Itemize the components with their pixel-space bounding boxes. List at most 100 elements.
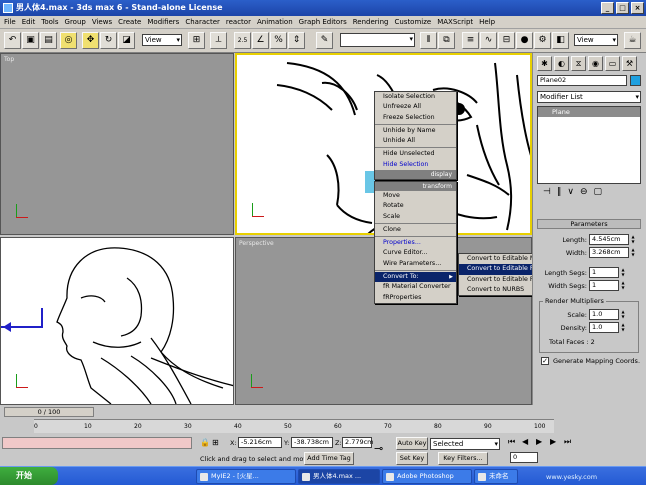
spinner-arrows-icon[interactable]: ▲ ▼ xyxy=(630,234,636,244)
selected-dropdown[interactable]: Selected xyxy=(430,438,500,450)
generate-mapping-checkbox[interactable]: ✓ xyxy=(541,357,549,365)
spinner-arrows-icon[interactable]: ▲ ▼ xyxy=(620,322,626,332)
menu-item-modifiers[interactable]: Modifiers xyxy=(147,16,179,28)
percent-snap-icon[interactable]: % xyxy=(270,32,287,49)
make-unique-icon[interactable]: ∨ xyxy=(567,187,574,203)
menu-item-tools[interactable]: Tools xyxy=(41,16,58,28)
close-button[interactable]: × xyxy=(631,2,644,14)
utilities-tab-icon[interactable]: ⚒ xyxy=(622,56,637,71)
show-end-result-icon[interactable]: ‖ xyxy=(557,187,562,203)
set-key-button[interactable]: Set Key xyxy=(396,452,428,465)
menu-item-graph-editors[interactable]: Graph Editors xyxy=(299,16,347,28)
quad-item-unhide-by-name[interactable]: Unhide by Name xyxy=(375,126,456,136)
layer-manager-icon[interactable]: ≡ xyxy=(462,32,479,49)
menu-item-customize[interactable]: Customize xyxy=(394,16,431,28)
viewport-top[interactable]: Top xyxy=(0,53,234,235)
modifier-list-dropdown[interactable]: Modifier List xyxy=(537,91,641,103)
menu-item-file[interactable]: File xyxy=(4,16,16,28)
pin-stack-icon[interactable]: ⊣ xyxy=(543,187,551,203)
quick-render-icon[interactable]: ◧ xyxy=(552,32,569,49)
time-slider[interactable]: 0 / 100 xyxy=(4,407,94,417)
menu-item-group[interactable]: Group xyxy=(65,16,86,28)
menu-item-animation[interactable]: Animation xyxy=(257,16,293,28)
y-coord-field[interactable]: -38.738cm xyxy=(291,437,333,448)
render-type-dropdown[interactable]: View xyxy=(574,34,618,46)
quad-item-move[interactable]: Move xyxy=(375,191,456,201)
auto-key-button[interactable]: Auto Key xyxy=(396,437,428,450)
start-button[interactable]: 开始 xyxy=(0,467,58,485)
quad-item-scale[interactable]: Scale xyxy=(375,212,456,222)
menu-item-help[interactable]: Help xyxy=(479,16,495,28)
quad-item-isolate-selection[interactable]: Isolate Selection xyxy=(375,92,456,102)
remove-modifier-icon[interactable]: ⊖ xyxy=(580,187,588,203)
quad-item-wire-parameters[interactable]: Wire Parameters... xyxy=(375,259,456,269)
quad-item-freeze-selection[interactable]: Freeze Selection xyxy=(375,113,456,123)
menu-item-edit[interactable]: Edit xyxy=(22,16,36,28)
create-tab-icon[interactable]: ✱ xyxy=(537,56,552,71)
mirror-tool-icon[interactable]: ⫴ xyxy=(420,32,437,49)
menu-item-rendering[interactable]: Rendering xyxy=(353,16,389,28)
render-last-icon[interactable]: ☕ xyxy=(624,32,641,49)
reference-coord-dropdown[interactable]: View xyxy=(142,34,182,46)
window-crossing-icon[interactable]: ◎ xyxy=(60,32,77,49)
play-icon[interactable]: ▶ xyxy=(536,437,542,446)
current-frame-field[interactable]: 0 xyxy=(510,452,538,463)
length-spinner[interactable]: 4.545cm xyxy=(589,234,629,245)
pivot-center-icon[interactable]: ⊞ xyxy=(188,32,205,49)
select-object-icon[interactable]: ▣ xyxy=(22,32,39,49)
menu-item-views[interactable]: Views xyxy=(92,16,112,28)
named-selection-dropdown[interactable] xyxy=(340,33,415,47)
configure-sets-icon[interactable]: ▢ xyxy=(593,187,602,203)
spinner-arrows-icon[interactable]: ▲ ▼ xyxy=(620,280,626,290)
maximize-button[interactable]: □ xyxy=(616,2,629,14)
motion-tab-icon[interactable]: ◉ xyxy=(588,56,603,71)
quad-item-convert-to[interactable]: Convert To: ▶ xyxy=(375,272,456,283)
angle-snap-icon[interactable]: 2.5 xyxy=(234,32,251,49)
taskbar-item-myie2[interactable]: MyIE2 - [火星... xyxy=(196,469,296,484)
spinner-arrows-icon[interactable]: ▲ ▼ xyxy=(620,267,626,277)
taskbar-item-untitled[interactable]: 未命名 xyxy=(474,469,518,484)
goto-start-icon[interactable]: ⏮ xyxy=(508,437,515,447)
width-segs-spinner[interactable]: 1 xyxy=(589,280,619,291)
menu-item-character[interactable]: Character xyxy=(185,16,220,28)
hierarchy-tab-icon[interactable]: ⧖ xyxy=(571,56,586,71)
menu-item-reactor[interactable]: reactor xyxy=(226,16,251,28)
curve-editor-icon[interactable]: ∿ xyxy=(480,32,497,49)
prev-frame-icon[interactable]: ◀ xyxy=(522,437,528,446)
z-coord-field[interactable]: 2.779cm xyxy=(342,437,374,448)
quad-item-curve-editor[interactable]: Curve Editor... xyxy=(375,248,456,258)
width-spinner[interactable]: 3.268cm xyxy=(589,247,629,258)
minimize-button[interactable]: _ xyxy=(601,2,614,14)
lock-selection-icon[interactable]: 🔒 xyxy=(200,438,210,447)
quad-item-frproperties[interactable]: fRProperties xyxy=(375,293,456,303)
modifier-stack[interactable]: Plane xyxy=(537,106,641,184)
quad-item-unhide-all[interactable]: Unhide All xyxy=(375,136,456,146)
mirror-icon[interactable]: ⟂ xyxy=(210,32,227,49)
quad-item-hide-selection[interactable]: Hide Selection xyxy=(375,160,456,170)
select-scale-icon[interactable]: ◪ xyxy=(118,32,135,49)
next-frame-icon[interactable]: ▶ xyxy=(550,437,556,446)
spinner-arrows-icon[interactable]: ▲ ▼ xyxy=(630,247,636,257)
spinner-arrows-icon[interactable]: ▲ ▼ xyxy=(620,309,626,319)
object-color-swatch[interactable] xyxy=(630,75,641,86)
goto-end-icon[interactable]: ⏭ xyxy=(564,437,571,447)
quad-item-unfreeze-all[interactable]: Unfreeze All xyxy=(375,102,456,112)
object-name-field[interactable]: Plane02 xyxy=(537,75,627,86)
schematic-view-icon[interactable]: ⊟ xyxy=(498,32,515,49)
track-bar[interactable]: 0 10 20 30 40 50 60 70 80 90 100 xyxy=(34,419,554,433)
x-coord-field[interactable]: -5.216cm xyxy=(238,437,282,448)
edit-named-sel-icon[interactable]: ✎ xyxy=(316,32,333,49)
quad-item-properties[interactable]: Properties... xyxy=(375,238,456,248)
display-tab-icon[interactable]: ▭ xyxy=(605,56,620,71)
stack-item[interactable]: Plane xyxy=(538,107,640,117)
quad-item-rotate[interactable]: Rotate xyxy=(375,201,456,211)
key-filters-button[interactable]: Key Filters... xyxy=(438,452,488,465)
add-time-tag-button[interactable]: Add Time Tag xyxy=(304,452,354,465)
modify-tab-icon[interactable]: ◐ xyxy=(554,56,569,71)
taskbar-item-photoshop[interactable]: Adobe Photoshop xyxy=(382,469,472,484)
maxscript-listener[interactable] xyxy=(2,437,192,449)
density-spinner[interactable]: 1.0 xyxy=(589,322,619,333)
select-rotate-icon[interactable]: ↻ xyxy=(100,32,117,49)
quad-item-fr-material-converter[interactable]: fR Material Converter xyxy=(375,282,456,292)
menu-item-create[interactable]: Create xyxy=(118,16,141,28)
